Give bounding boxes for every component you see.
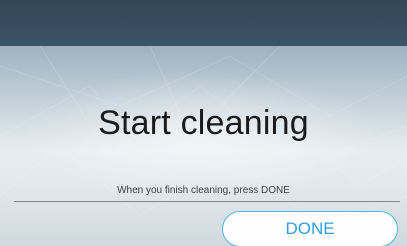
instruction-text: When you finish cleaning, press DONE xyxy=(117,185,290,196)
page-title: Start cleaning xyxy=(98,104,309,142)
cleaning-screen: Start cleaning When you finish cleaning,… xyxy=(0,0,407,246)
top-bar xyxy=(0,0,407,46)
divider xyxy=(14,201,400,202)
content-area: Start cleaning When you finish cleaning,… xyxy=(0,46,407,246)
done-button[interactable]: DONE xyxy=(222,211,398,246)
